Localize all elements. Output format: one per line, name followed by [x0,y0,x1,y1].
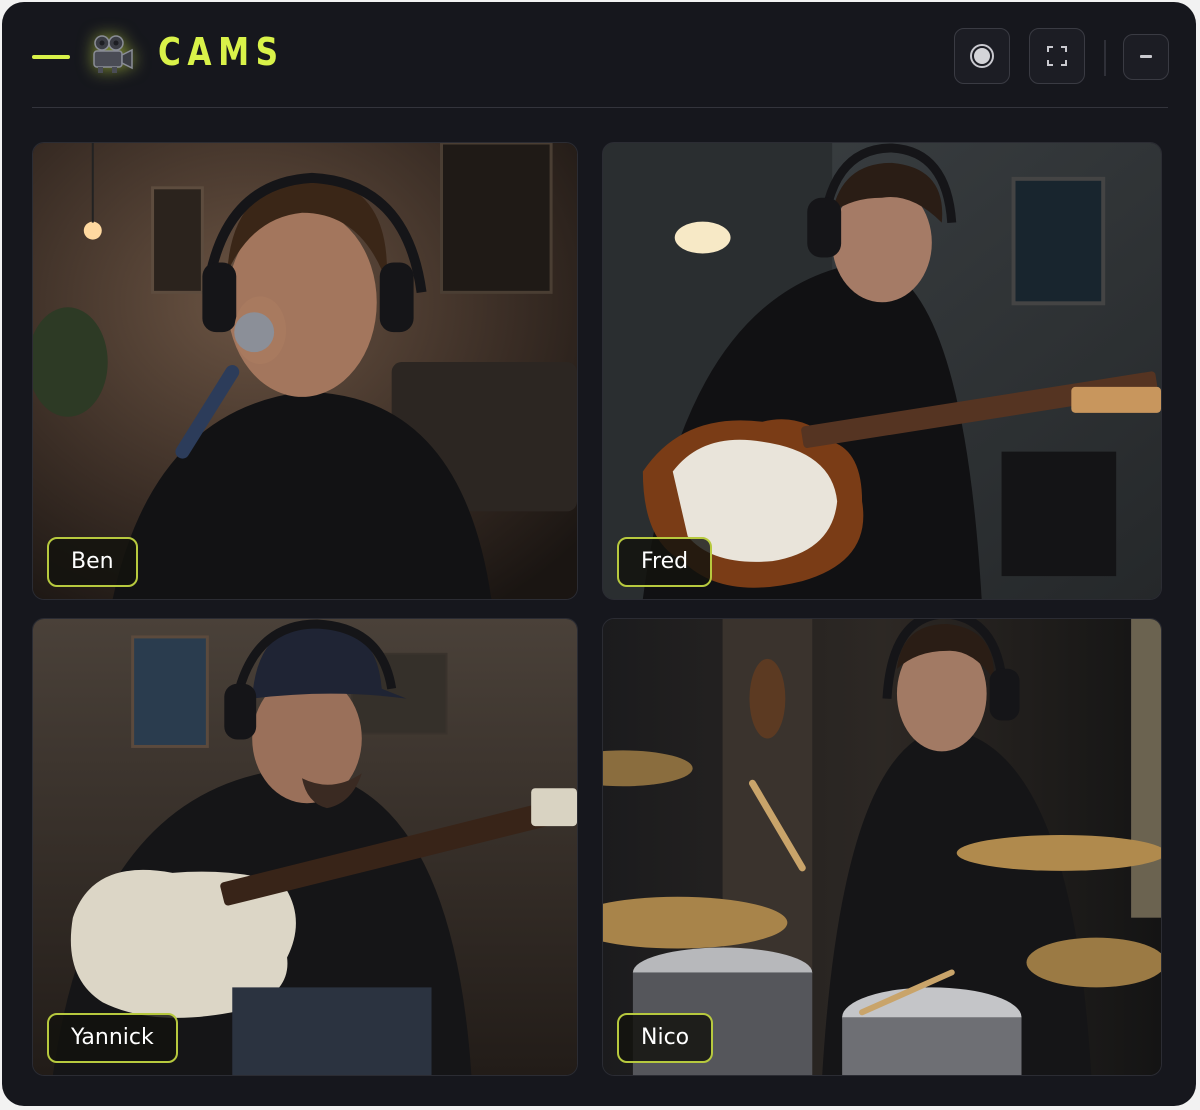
video-tile[interactable]: Fred [602,142,1162,600]
header: CAMS [2,2,1196,108]
movie-camera-icon [93,35,133,73]
video-feed [603,143,1161,599]
participant-name-tag: Nico [617,1013,714,1063]
record-button[interactable] [954,28,1010,84]
video-feed [603,619,1161,1075]
fullscreen-button[interactable] [1029,28,1085,84]
video-tile[interactable]: Yannick [32,618,578,1076]
header-separator [32,107,1168,108]
video-tile[interactable]: Nico [602,618,1162,1076]
participant-name-tag: Yannick [47,1013,178,1063]
cam-grid: Ben Fred Yannick Nico [32,142,1162,1076]
drag-handle[interactable] [32,55,70,59]
participant-name-tag: Ben [47,537,138,587]
participant-name-tag: Fred [617,537,713,587]
header-divider [1104,40,1106,76]
page-title: CAMS [158,30,285,74]
video-feed [33,619,577,1075]
record-icon [970,44,994,68]
cams-window: CAMS Ben Fred Yannick Nico [2,2,1196,1106]
minimize-icon [1140,55,1152,58]
minimize-button[interactable] [1123,34,1169,80]
fullscreen-icon [1047,46,1067,66]
video-tile[interactable]: Ben [32,142,578,600]
video-feed [33,143,577,599]
